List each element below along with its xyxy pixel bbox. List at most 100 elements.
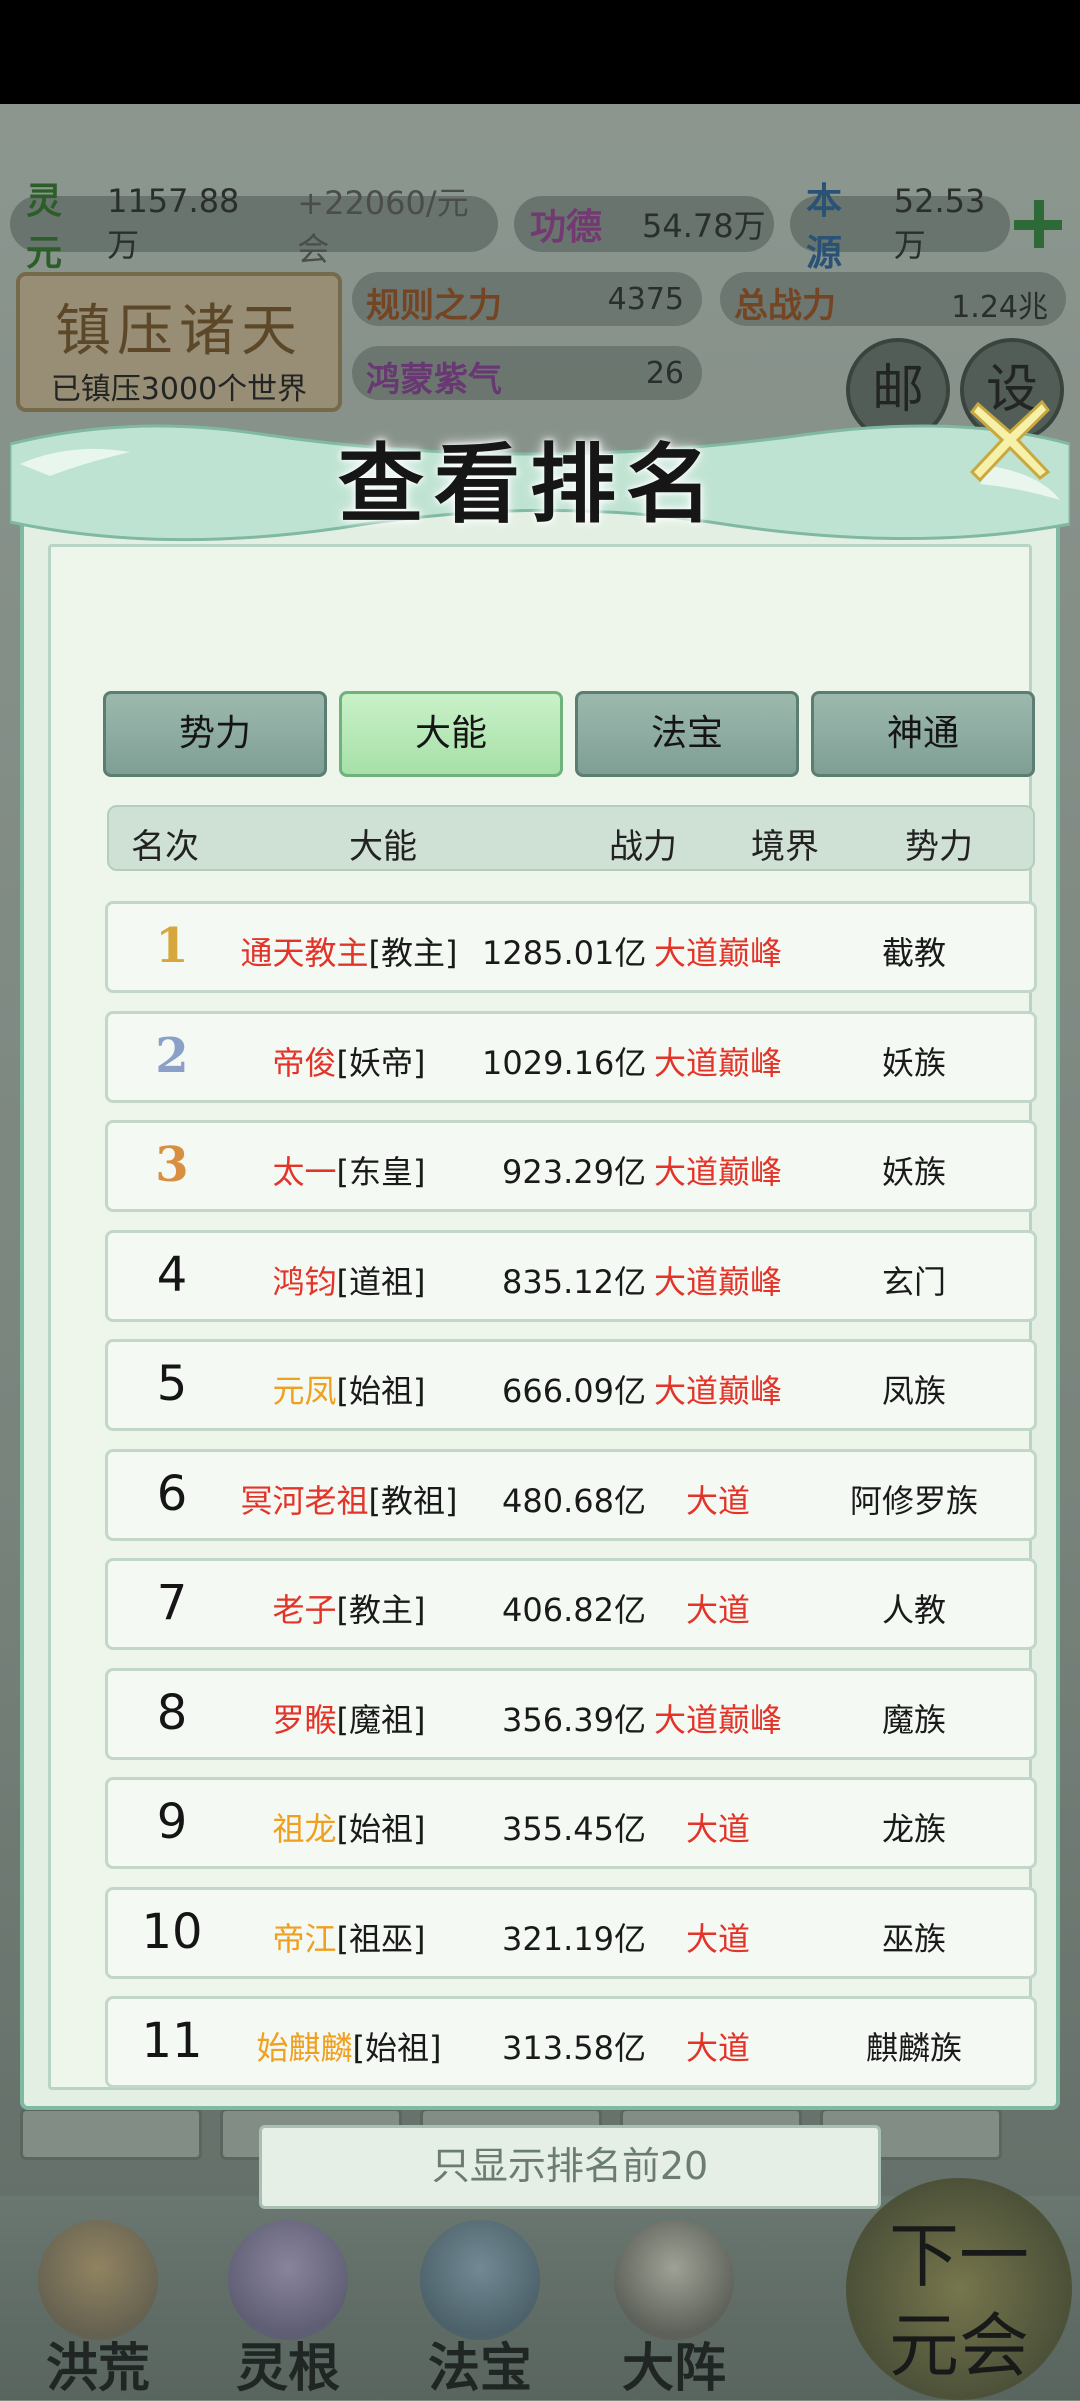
row-title: [东皇] xyxy=(336,1153,426,1191)
row-power: 923.29亿 xyxy=(502,1153,646,1191)
table-row[interactable]: 6 冥河老祖[教祖] 480.68亿 大道 阿修罗族 xyxy=(105,1448,1037,1541)
row-name-cell: 帝江[祖巫] xyxy=(226,1914,472,1960)
row-name-cell: 祖龙[始祖] xyxy=(226,1804,472,1850)
table-row[interactable]: 9 祖龙[始祖] 355.45亿 大道 龙族 xyxy=(105,1777,1037,1869)
row-name: 太一 xyxy=(272,1153,337,1191)
row-realm: 大道巅峰 xyxy=(653,934,782,972)
col-realm: 境界 xyxy=(751,827,819,867)
row-title: [始祖] xyxy=(336,1372,426,1410)
row-faction: 凤族 xyxy=(881,1372,946,1410)
row-name-cell: 始麒麟[始祖] xyxy=(226,2023,472,2069)
col-power: 战力 xyxy=(609,827,677,867)
row-name-cell: 冥河老祖[教祖] xyxy=(226,1476,472,1522)
row-realm: 大道巅峰 xyxy=(653,1262,782,1301)
row-realm: 大道巅峰 xyxy=(653,1372,782,1410)
row-power: 666.09亿 xyxy=(502,1372,646,1410)
row-name-cell: 元凤[始祖] xyxy=(226,1366,472,1412)
col-name: 大能 xyxy=(349,827,417,867)
row-faction: 妖族 xyxy=(881,1153,946,1191)
row-faction: 人教 xyxy=(881,1591,946,1629)
row-faction: 魔族 xyxy=(881,1700,946,1739)
table-row[interactable]: 8 罗睺[魔祖] 356.39亿 大道巅峰 魔族 xyxy=(105,1667,1037,1760)
row-power: 1029.16亿 xyxy=(482,1043,647,1082)
table-row[interactable]: 4 鸿钧[道祖] 835.12亿 大道巅峰 玄门 xyxy=(105,1229,1037,1322)
table-row[interactable]: 5 元凤[始祖] 666.09亿 大道巅峰 凤族 xyxy=(105,1339,1037,1431)
table-row[interactable]: 2 帝俊[妖帝] 1029.16亿 大道巅峰 妖族 xyxy=(105,1010,1037,1103)
row-rank: 1 xyxy=(155,918,189,974)
row-power: 321.19亿 xyxy=(502,1919,646,1958)
modal-header: 查看排名 xyxy=(10,404,1070,554)
row-title: [始祖] xyxy=(352,2029,442,2067)
row-title: [教主] xyxy=(336,1591,426,1629)
row-faction: 玄门 xyxy=(881,1262,946,1301)
modal-title: 查看排名 xyxy=(338,434,722,535)
row-faction: 麒麟族 xyxy=(865,2029,962,2067)
row-realm: 大道 xyxy=(685,1919,750,1958)
row-name: 通天教主 xyxy=(240,934,369,972)
row-faction: 龙族 xyxy=(881,1810,946,1848)
row-title: [祖巫] xyxy=(336,1919,426,1958)
modal-content: 势力 大能 法宝 神通 名次 大能 战力 境界 势力 1 通天教主[教主] 1285… xyxy=(48,544,1037,2209)
tab-shili[interactable]: 势力 xyxy=(103,691,327,777)
close-icon[interactable] xyxy=(960,388,1060,488)
row-title: [道祖] xyxy=(336,1262,426,1301)
table-row[interactable]: 7 老子[教主] 406.82亿 大道 人教 xyxy=(105,1558,1037,1650)
row-power: 480.68亿 xyxy=(502,1481,646,1520)
row-rank: 2 xyxy=(155,1027,189,1084)
row-power: 355.45亿 xyxy=(502,1810,646,1848)
table-row[interactable]: 11 始麒麟[始祖] 313.58亿 大道 麒麟族 xyxy=(105,1996,1037,2088)
row-name: 帝俊 xyxy=(272,1043,337,1082)
row-rank: 3 xyxy=(155,1137,189,1193)
ranking-tabs: 势力 大能 法宝 神通 xyxy=(103,691,1063,779)
status-bar xyxy=(0,0,1080,104)
col-rank: 名次 xyxy=(131,827,199,867)
row-faction: 阿修罗族 xyxy=(849,1481,978,1520)
row-power: 835.12亿 xyxy=(502,1262,646,1301)
row-realm: 大道巅峰 xyxy=(653,1043,782,1082)
modal-body: 势力 大能 法宝 神通 名次 大能 战力 境界 势力 1 通天教主[教主] 1285… xyxy=(20,468,1060,2209)
row-title: [妖帝] xyxy=(336,1043,426,1082)
row-name: 始麒麟 xyxy=(256,2029,353,2067)
row-title: [教祖] xyxy=(368,1481,458,1520)
row-faction: 巫族 xyxy=(881,1919,946,1958)
row-power: 313.58亿 xyxy=(502,2029,646,2067)
row-name-cell: 通天教主[教主] xyxy=(226,928,472,974)
row-title: [始祖] xyxy=(336,1810,426,1848)
row-power: 406.82亿 xyxy=(502,1591,646,1629)
row-name-cell: 罗睺[魔祖] xyxy=(226,1695,472,1741)
row-realm: 大道 xyxy=(685,2029,750,2067)
row-name-cell: 鸿钧[道祖] xyxy=(226,1257,472,1303)
row-name-cell: 帝俊[妖帝] xyxy=(226,1038,472,1084)
row-realm: 大道 xyxy=(685,1591,750,1629)
row-name-cell: 太一[东皇] xyxy=(226,1147,472,1193)
row-power: 1285.01亿 xyxy=(482,934,647,972)
row-rank: 9 xyxy=(156,1794,188,1850)
table-row[interactable]: 3 太一[东皇] 923.29亿 大道巅峰 妖族 xyxy=(105,1120,1037,1212)
row-name: 冥河老祖 xyxy=(240,1481,369,1520)
col-faction: 势力 xyxy=(905,827,973,867)
row-rank: 11 xyxy=(141,2013,203,2069)
row-title: [魔祖] xyxy=(336,1700,426,1739)
row-realm: 大道巅峰 xyxy=(653,1700,782,1739)
row-rank: 8 xyxy=(156,1684,188,1741)
tab-fabao[interactable]: 法宝 xyxy=(575,691,799,777)
table-row[interactable]: 1 通天教主[教主] 1285.01亿 大道巅峰 截教 xyxy=(105,901,1037,993)
tab-daneng[interactable]: 大能 xyxy=(339,691,563,777)
row-name: 罗睺 xyxy=(272,1700,337,1739)
table-header: 名次 大能 战力 境界 势力 xyxy=(107,805,1035,871)
row-faction: 妖族 xyxy=(881,1043,946,1082)
table-row[interactable]: 10 帝江[祖巫] 321.19亿 大道 巫族 xyxy=(105,1886,1037,1979)
ranking-modal: 势力 大能 法宝 神通 名次 大能 战力 境界 势力 1 通天教主[教主] 1285… xyxy=(10,399,1070,2209)
row-realm: 大道 xyxy=(685,1810,750,1848)
row-power: 356.39亿 xyxy=(502,1700,646,1739)
row-name: 元凤 xyxy=(272,1372,337,1410)
row-name: 鸿钧 xyxy=(272,1262,337,1301)
row-rank: 4 xyxy=(156,1246,188,1303)
tab-shentong[interactable]: 神通 xyxy=(811,691,1035,777)
row-name-cell: 老子[教主] xyxy=(226,1585,472,1631)
row-name: 帝江 xyxy=(272,1919,337,1958)
row-title: [教主] xyxy=(368,934,458,972)
show-top20-button[interactable]: 只显示排名前20 xyxy=(259,2125,881,2209)
row-rank: 5 xyxy=(156,1356,188,1412)
row-realm: 大道 xyxy=(685,1481,750,1520)
